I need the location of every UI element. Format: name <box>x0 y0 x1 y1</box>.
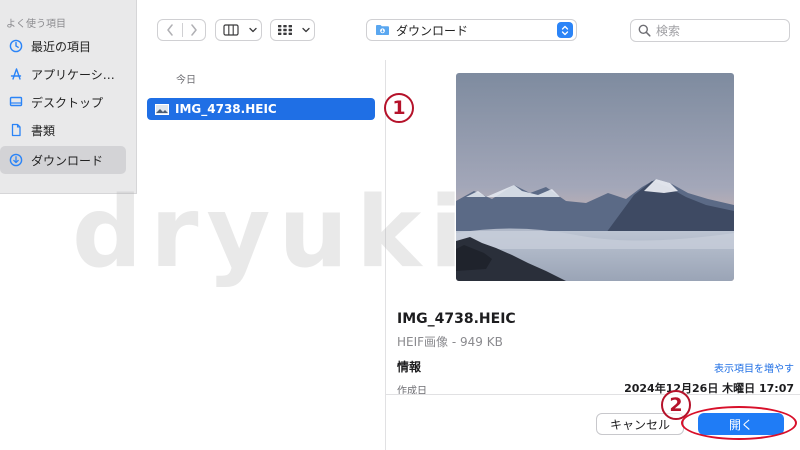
image-file-icon <box>155 103 169 115</box>
view-mode-button[interactable] <box>215 19 262 41</box>
sidebar-item-documents[interactable]: 書類 <box>0 116 126 144</box>
back-button[interactable] <box>158 20 182 40</box>
info-section-header: 情報 <box>397 360 422 374</box>
clock-icon <box>8 38 24 54</box>
file-row-selected[interactable]: IMG_4738.HEIC <box>147 98 375 120</box>
group-header-today: 今日 <box>176 75 196 86</box>
document-icon <box>8 122 24 138</box>
grid-group-icon <box>271 20 299 40</box>
sidebar-item-label: デスクトップ <box>31 95 104 110</box>
sidebar-item-label: 最近の項目 <box>31 39 92 54</box>
folder-icon <box>375 24 390 36</box>
annotation-step-1: 1 <box>384 93 414 123</box>
updown-chevron-icon <box>557 22 573 38</box>
open-button[interactable]: 開く <box>698 413 784 435</box>
search-placeholder: 検索 <box>656 24 681 38</box>
location-popup[interactable]: ダウンロード <box>366 19 577 41</box>
chevron-left-icon <box>167 24 173 36</box>
show-more-link[interactable]: 表示項目を増やす <box>714 360 794 375</box>
desktop-icon <box>8 94 24 110</box>
back-forward-control <box>157 19 206 41</box>
download-icon <box>8 152 24 168</box>
group-button[interactable] <box>270 19 315 41</box>
forward-button[interactable] <box>182 20 205 40</box>
annotation-step-2: 2 <box>661 390 691 420</box>
sidebar-header-favorites: よく使う項目 <box>6 19 66 30</box>
chevron-down-icon <box>246 20 260 40</box>
sidebar-item-label: アプリケーション <box>31 67 123 82</box>
sidebar-item-label: 書類 <box>31 123 56 138</box>
sidebar-item-recents[interactable]: 最近の項目 <box>0 32 126 60</box>
sidebar-item-label: ダウンロード <box>31 153 104 168</box>
preview-file-kind: HEIF画像 - 949 KB <box>397 335 503 349</box>
file-open-dialog: よく使う項目 最近の項目 アプリケーション デスクトップ 書類 ダウンロード ダ… <box>0 0 800 450</box>
location-label: ダウンロード <box>396 23 469 38</box>
sidebar: よく使う項目 最近の項目 アプリケーション デスクトップ 書類 ダウンロード <box>0 0 137 194</box>
footer-divider <box>386 394 800 395</box>
columns-view-icon <box>216 20 246 40</box>
applications-icon <box>8 66 24 82</box>
search-icon <box>638 24 651 37</box>
sidebar-item-desktop[interactable]: デスクトップ <box>0 88 126 116</box>
file-name: IMG_4738.HEIC <box>175 102 277 116</box>
chevron-down-icon <box>299 20 313 40</box>
chevron-right-icon <box>190 24 197 36</box>
preview-file-name: IMG_4738.HEIC <box>397 311 516 327</box>
search-field[interactable]: 検索 <box>630 19 790 42</box>
sidebar-item-applications[interactable]: アプリケーション <box>0 60 126 88</box>
file-list-column[interactable]: 今日 IMG_4738.HEIC <box>137 60 386 450</box>
preview-thumbnail <box>456 73 734 281</box>
sidebar-item-downloads[interactable]: ダウンロード <box>0 146 126 174</box>
